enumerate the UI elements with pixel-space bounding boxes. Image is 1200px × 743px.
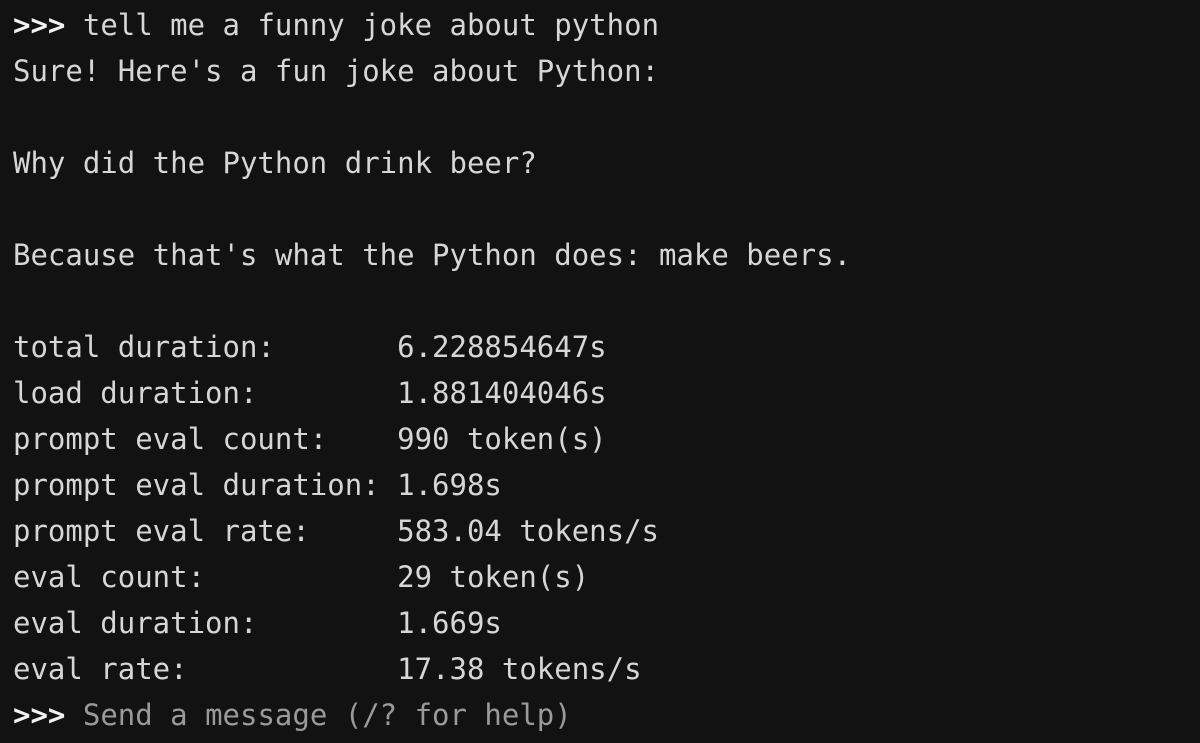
message-input-placeholder[interactable]: Send a message (/? for help) (83, 698, 572, 732)
message-input-separator (65, 698, 82, 732)
stat-row: load duration: 1.881404046s (13, 370, 1200, 416)
stat-value: 1.881404046s (397, 376, 607, 410)
stat-row: eval duration: 1.669s (13, 600, 1200, 646)
response-blank-3 (13, 278, 1200, 324)
message-input-line[interactable]: >>> Send a message (/? for help) (13, 692, 1200, 738)
stat-value: 6.228854647s (397, 330, 607, 364)
stat-value: 583.04 tokens/s (397, 514, 660, 548)
prompt-symbol-icon: >>> (13, 8, 66, 42)
response-blank-2 (13, 186, 1200, 232)
stat-row: prompt eval duration: 1.698s (13, 462, 1200, 508)
stats-block: total duration: 6.228854647s load durati… (13, 324, 1200, 692)
user-command-value: tell me a funny joke about python (82, 8, 660, 42)
terminal-window[interactable]: >>> tell me a funny joke about python Su… (0, 0, 1200, 743)
stat-label: prompt eval rate: (13, 514, 398, 548)
response-line-setup: Why did the Python drink beer? (13, 146, 537, 180)
stat-label: eval count: (13, 560, 398, 594)
stat-row: total duration: 6.228854647s (13, 324, 1200, 370)
stat-label: load duration: (13, 376, 398, 410)
stat-value: 990 token(s) (397, 422, 607, 456)
user-command-text (65, 8, 82, 42)
stat-row: prompt eval count: 990 token(s) (13, 416, 1200, 462)
stat-label: total duration: (13, 330, 398, 364)
response-line-punchline: Because that's what the Python does: mak… (13, 238, 852, 272)
stat-row: eval count: 29 token(s) (13, 554, 1200, 600)
response-line-intro: Sure! Here's a fun joke about Python: (13, 54, 660, 88)
stat-label: eval duration: (13, 606, 398, 640)
stat-value: 17.38 tokens/s (397, 652, 642, 686)
stat-label: eval rate: (13, 652, 398, 686)
stat-label: prompt eval duration: (13, 468, 398, 502)
prompt-symbol-icon: >>> (13, 698, 66, 732)
response-blank-1 (13, 94, 1200, 140)
stat-value: 1.698s (397, 468, 502, 502)
user-prompt-line: >>> tell me a funny joke about python (13, 2, 1200, 48)
stat-value: 1.669s (397, 606, 502, 640)
stat-label: prompt eval count: (13, 422, 398, 456)
stat-row: eval rate: 17.38 tokens/s (13, 646, 1200, 692)
stat-value: 29 token(s) (397, 560, 590, 594)
stat-row: prompt eval rate: 583.04 tokens/s (13, 508, 1200, 554)
